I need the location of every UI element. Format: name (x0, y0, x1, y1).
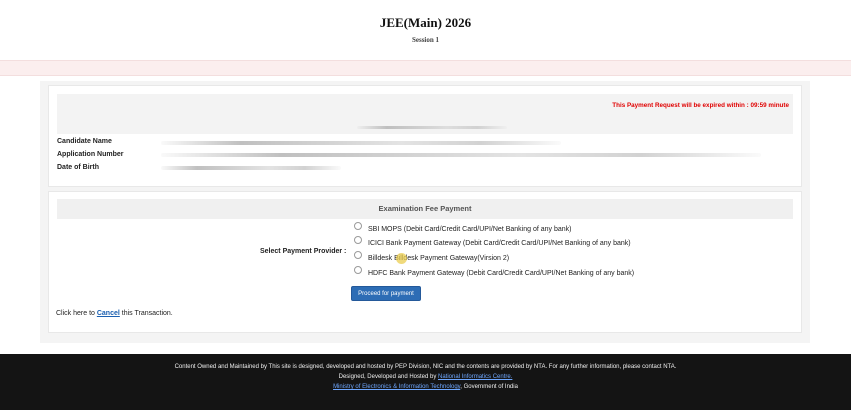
meity-link[interactable]: Ministry of Electronics & Information Te… (333, 384, 460, 390)
radio-hdfc[interactable] (354, 266, 362, 274)
footer-line-3: Ministry of Electronics & Information Te… (0, 384, 851, 390)
page-title: JEE(Main) 2026 (379, 15, 472, 30)
nic-link[interactable]: National Informatics Centre. (438, 374, 512, 380)
footer-designed-by: Designed, Developed and Hosted by (338, 374, 437, 380)
content-area: This Payment Request will be expired wit… (40, 81, 810, 343)
candidate-panel: This Payment Request will be expired wit… (48, 85, 802, 187)
cancel-line: Click here to Cancel this Transaction. (56, 310, 173, 317)
option-label: SBI MOPS (Debit Card/Credit Card/UPI/Net… (368, 225, 572, 233)
radio-icici[interactable] (354, 236, 362, 244)
page-header: JEE(Main) 2026 Session 1 (0, 0, 851, 60)
redacted-application-number (161, 153, 761, 157)
timer-bar: This Payment Request will be expired wit… (57, 94, 793, 134)
date-of-birth-label: Date of Birth (57, 164, 99, 171)
option-label: Billdesk Billdesk Payment Gateway(Virsio… (368, 254, 510, 262)
header-strip (0, 60, 851, 76)
cancel-prefix: Click here to (56, 310, 95, 317)
option-sbi-mops[interactable]: SBI MOPS (Debit Card/Credit Card/UPI/Net… (354, 222, 572, 235)
provider-label: Select Payment Provider : (260, 248, 347, 255)
option-label: ICICI Bank Payment Gateway (Debit Card/C… (368, 239, 631, 247)
option-hdfc[interactable]: HDFC Bank Payment Gateway (Debit Card/Cr… (354, 266, 635, 279)
footer: Content Owned and Maintained by This sit… (0, 354, 851, 410)
redacted-text (357, 126, 507, 129)
redacted-date-of-birth (161, 166, 341, 170)
option-billdesk[interactable]: Billdesk Billdesk Payment Gateway(Virsio… (354, 251, 510, 264)
section-heading: Examination Fee Payment (57, 199, 793, 219)
candidate-name-label: Candidate Name (57, 138, 112, 145)
cancel-link[interactable]: Cancel (97, 310, 120, 317)
radio-billdesk[interactable] (354, 251, 362, 259)
option-label: HDFC Bank Payment Gateway (Debit Card/Cr… (368, 269, 635, 277)
footer-line-2: Designed, Developed and Hosted by Nation… (0, 374, 851, 380)
proceed-button[interactable]: Proceed for payment (351, 286, 421, 301)
payment-panel: Examination Fee Payment Select Payment P… (48, 191, 802, 333)
mouse-cursor (396, 253, 407, 264)
session-subtitle: Session 1 (411, 36, 440, 44)
radio-sbi-mops[interactable] (354, 222, 362, 230)
option-icici[interactable]: ICICI Bank Payment Gateway (Debit Card/C… (354, 236, 631, 249)
cancel-suffix: this Transaction. (121, 310, 173, 317)
application-number-label: Application Number (57, 151, 124, 158)
expiry-timer: This Payment Request will be expired wit… (612, 102, 789, 109)
footer-gov-india: , Government of India (460, 384, 518, 390)
redacted-candidate-name (161, 141, 561, 145)
footer-line-1: Content Owned and Maintained by This sit… (174, 364, 677, 370)
